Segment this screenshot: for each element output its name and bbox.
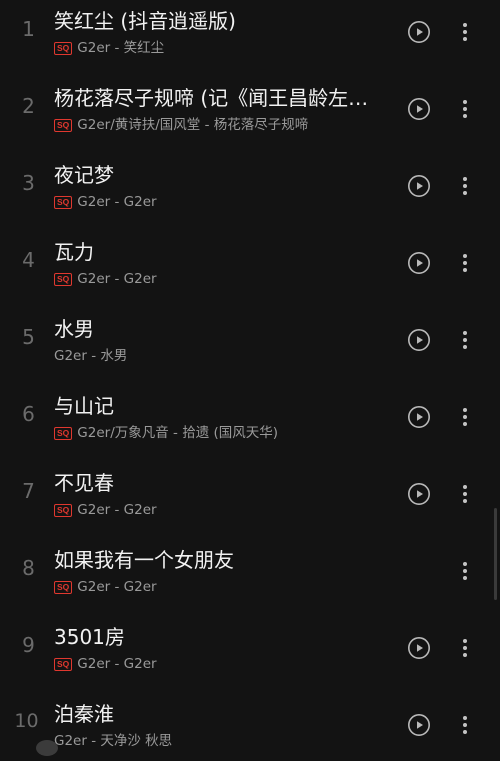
song-artist-album: G2er - G2er [77, 194, 157, 210]
song-artist-album: G2er - 天净沙 秋思 [54, 733, 173, 749]
play-video-icon[interactable] [407, 20, 431, 44]
song-artist-album: G2er - 笑红尘 [77, 40, 165, 56]
play-video-icon[interactable] [407, 251, 431, 275]
song-title[interactable]: 杨花落尽子规啼 (记《闻王昌龄左迁龙标遥有此寄》) [54, 84, 384, 112]
sq-quality-badge: SQ [54, 41, 73, 55]
more-options-icon[interactable] [455, 97, 475, 121]
song-title[interactable]: 笑红尘 (抖音逍遥版) [54, 7, 384, 35]
song-artist-album: G2er/黄诗扶/国风堂 - 杨花落尽子规啼 [77, 117, 309, 133]
sq-quality-badge: SQ [54, 503, 73, 517]
more-options-icon[interactable] [455, 251, 475, 275]
more-options-icon[interactable] [455, 328, 475, 352]
song-title[interactable]: 泊秦淮 [54, 700, 384, 728]
song-row[interactable]: 1 笑红尘 (抖音逍遥版) SQ G2er - 笑红尘 [0, 0, 500, 68]
more-options-icon[interactable] [455, 559, 475, 583]
song-artist-album: G2er - G2er [77, 502, 157, 518]
song-subtitle-line: SQ G2er/黄诗扶/国风堂 - 杨花落尽子规啼 [54, 116, 308, 134]
song-title[interactable]: 瓦力 [54, 238, 384, 266]
sq-quality-badge: SQ [54, 657, 73, 671]
play-video-icon[interactable] [407, 713, 431, 737]
song-row[interactable]: 4 瓦力 SQ G2er - G2er [0, 222, 500, 299]
play-video-icon[interactable] [407, 328, 431, 352]
song-index: 6 [22, 402, 35, 426]
sq-quality-badge: SQ [54, 426, 73, 440]
sq-quality-badge: SQ [54, 118, 73, 132]
song-subtitle-line: G2er - 水男 [54, 347, 127, 365]
play-video-icon[interactable] [407, 636, 431, 660]
play-video-icon[interactable] [407, 405, 431, 429]
song-index: 7 [22, 479, 35, 503]
song-index: 4 [22, 248, 35, 272]
play-video-icon[interactable] [407, 97, 431, 121]
song-title[interactable]: 不见春 [54, 469, 384, 497]
play-video-icon[interactable] [407, 174, 431, 198]
song-artist-album: G2er - 水男 [54, 348, 128, 364]
bottom-edge-element [36, 740, 58, 756]
more-options-icon[interactable] [455, 20, 475, 44]
song-artist-album: G2er - G2er [77, 579, 157, 595]
play-video-icon[interactable] [407, 482, 431, 506]
song-list: 1 笑红尘 (抖音逍遥版) SQ G2er - 笑红尘 2 杨花落尽子规啼 (记… [0, 0, 500, 761]
song-index: 3 [22, 171, 35, 195]
song-title[interactable]: 与山记 [54, 392, 384, 420]
more-options-icon[interactable] [455, 405, 475, 429]
song-title[interactable]: 水男 [54, 315, 384, 343]
song-index: 9 [22, 633, 35, 657]
song-index: 10 [14, 710, 39, 732]
song-row[interactable]: 6 与山记 SQ G2er/万象凡音 - 拾遗 (国风天华) [0, 376, 500, 453]
more-options-icon[interactable] [455, 482, 475, 506]
song-row[interactable]: 10 泊秦淮 G2er - 天净沙 秋思 [0, 684, 500, 761]
more-options-icon[interactable] [455, 174, 475, 198]
song-artist-album: G2er - G2er [77, 271, 157, 287]
song-index: 8 [22, 556, 35, 580]
song-index: 2 [22, 94, 35, 118]
song-row[interactable]: 3 夜记梦 SQ G2er - G2er [0, 145, 500, 222]
more-options-icon[interactable] [455, 713, 475, 737]
more-options-icon[interactable] [455, 636, 475, 660]
song-index: 1 [22, 17, 35, 41]
scrollbar[interactable] [494, 508, 497, 600]
song-subtitle-line: SQ G2er - G2er [54, 578, 157, 596]
song-subtitle-line: SQ G2er - G2er [54, 193, 157, 211]
song-row[interactable]: 5 水男 G2er - 水男 [0, 299, 500, 376]
sq-quality-badge: SQ [54, 580, 73, 594]
song-subtitle-line: G2er - 天净沙 秋思 [54, 732, 172, 750]
song-index: 5 [22, 325, 35, 349]
song-subtitle-line: SQ G2er - 笑红尘 [54, 39, 164, 57]
song-artist-album: G2er/万象凡音 - 拾遗 (国风天华) [77, 425, 279, 441]
song-artist-album: G2er - G2er [77, 656, 157, 672]
sq-quality-badge: SQ [54, 272, 73, 286]
song-title[interactable]: 夜记梦 [54, 161, 384, 189]
song-subtitle-line: SQ G2er - G2er [54, 501, 157, 519]
song-subtitle-line: SQ G2er - G2er [54, 270, 157, 288]
song-title[interactable]: 3501房 [54, 623, 384, 651]
song-row[interactable]: 8 如果我有一个女朋友 SQ G2er - G2er [0, 530, 500, 607]
song-subtitle-line: SQ G2er/万象凡音 - 拾遗 (国风天华) [54, 424, 278, 442]
sq-quality-badge: SQ [54, 195, 73, 209]
song-row[interactable]: 7 不见春 SQ G2er - G2er [0, 453, 500, 530]
song-row[interactable]: 2 杨花落尽子规啼 (记《闻王昌龄左迁龙标遥有此寄》) SQ G2er/黄诗扶/… [0, 68, 500, 145]
song-title[interactable]: 如果我有一个女朋友 [54, 546, 384, 574]
song-row[interactable]: 9 3501房 SQ G2er - G2er [0, 607, 500, 684]
song-subtitle-line: SQ G2er - G2er [54, 655, 157, 673]
